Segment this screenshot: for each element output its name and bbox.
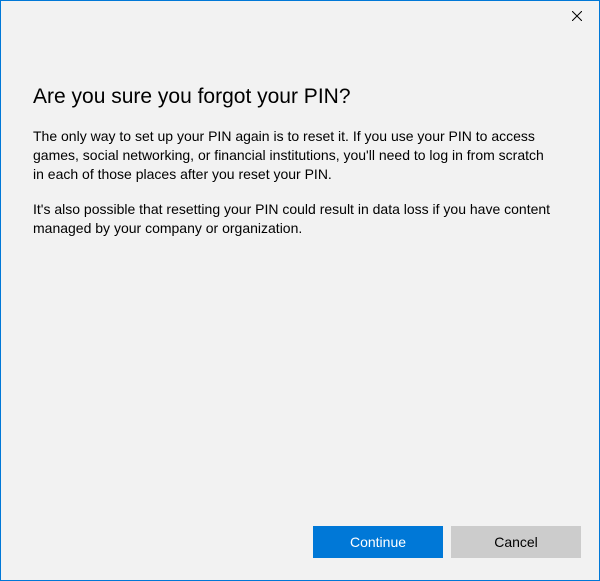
dialog-paragraph-1: The only way to set up your PIN again is…: [33, 127, 553, 184]
dialog-content: Are you sure you forgot your PIN? The on…: [1, 33, 599, 526]
dialog-paragraph-2: It's also possible that resetting your P…: [33, 200, 553, 238]
continue-button[interactable]: Continue: [313, 526, 443, 558]
close-icon: [572, 11, 582, 21]
button-row: Continue Cancel: [1, 526, 599, 580]
dialog-heading: Are you sure you forgot your PIN?: [33, 85, 567, 109]
titlebar: [1, 1, 599, 33]
close-button[interactable]: [554, 1, 599, 31]
cancel-button[interactable]: Cancel: [451, 526, 581, 558]
pin-reset-dialog: Are you sure you forgot your PIN? The on…: [0, 0, 600, 581]
